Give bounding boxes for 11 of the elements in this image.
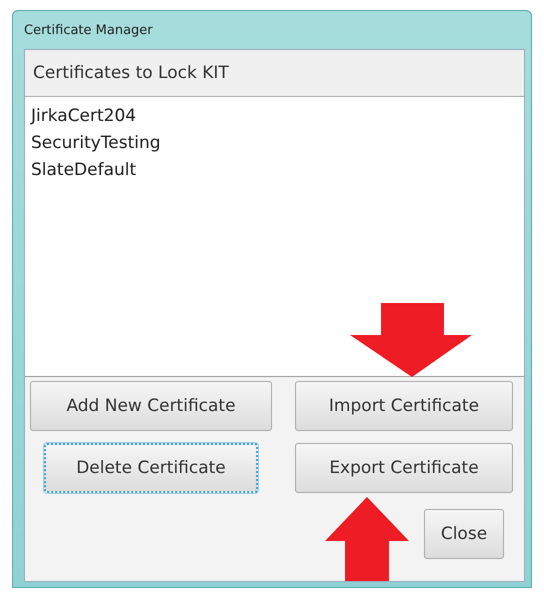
arrow-icon (350, 303, 472, 377)
certificate-button[interactable]: Add New Certificate (30, 381, 272, 431)
window-title: Certificate Manager (24, 22, 153, 38)
certificate-button[interactable]: Export Certificate (295, 443, 513, 493)
certificate-button[interactable]: Delete Certificate (44, 443, 258, 493)
close-button[interactable]: Close (424, 509, 504, 559)
certificate-button[interactable]: Import Certificate (295, 381, 513, 431)
list-item[interactable]: SlateDefault (30, 157, 138, 184)
list-item[interactable]: SecurityTesting (30, 130, 162, 157)
arrow-icon (325, 497, 409, 581)
list-item[interactable]: JirkaCert204 (30, 103, 138, 130)
